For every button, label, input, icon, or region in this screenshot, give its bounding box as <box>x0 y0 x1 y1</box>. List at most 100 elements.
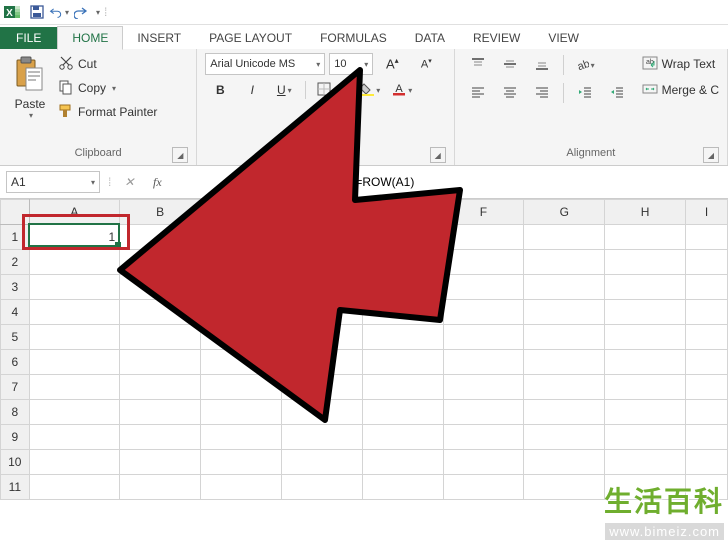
column-header[interactable]: E <box>362 200 443 225</box>
cell[interactable] <box>281 250 362 275</box>
cell[interactable] <box>120 300 201 325</box>
cell[interactable] <box>686 400 728 425</box>
cell[interactable] <box>362 475 443 500</box>
insert-function-button[interactable]: fx <box>147 172 167 192</box>
cell-a1[interactable]: 1 <box>29 225 120 250</box>
cell[interactable] <box>605 350 686 375</box>
orientation-button[interactable]: ab▾ <box>570 53 600 77</box>
cancel-formula-button[interactable]: ✕ <box>119 172 139 192</box>
cell[interactable] <box>281 225 362 250</box>
cell[interactable] <box>29 400 120 425</box>
dialog-launcher-icon[interactable]: ◢ <box>703 147 719 163</box>
cell[interactable] <box>281 300 362 325</box>
column-header[interactable]: I <box>686 200 728 225</box>
cell[interactable] <box>524 400 605 425</box>
cell[interactable] <box>120 250 201 275</box>
dialog-launcher-icon[interactable]: ◢ <box>172 147 188 163</box>
cell[interactable] <box>443 450 524 475</box>
row-header[interactable]: 8 <box>1 400 30 425</box>
cell[interactable] <box>362 375 443 400</box>
cell[interactable] <box>201 250 282 275</box>
wrap-text-button[interactable]: ab Wrap Text <box>642 53 719 75</box>
row-header[interactable]: 10 <box>1 450 30 475</box>
row-header[interactable]: 4 <box>1 300 30 325</box>
format-painter-button[interactable]: Format Painter <box>58 101 157 123</box>
cell[interactable] <box>524 375 605 400</box>
cell[interactable] <box>443 275 524 300</box>
decrease-indent-button[interactable] <box>570 81 600 105</box>
row-header[interactable]: 3 <box>1 275 30 300</box>
column-header[interactable]: H <box>605 200 686 225</box>
cell[interactable] <box>443 400 524 425</box>
row-header[interactable]: 1 <box>1 225 30 250</box>
tab-review[interactable]: REVIEW <box>459 27 534 49</box>
cell[interactable] <box>686 375 728 400</box>
cell[interactable] <box>29 275 120 300</box>
cell[interactable] <box>120 350 201 375</box>
column-header[interactable]: G <box>524 200 605 225</box>
copy-button[interactable]: Copy ▾ <box>58 77 157 99</box>
cell[interactable] <box>686 325 728 350</box>
align-middle-button[interactable] <box>495 53 525 77</box>
cell[interactable] <box>686 225 728 250</box>
column-header[interactable]: D <box>281 200 362 225</box>
cell[interactable] <box>443 325 524 350</box>
cell[interactable] <box>281 375 362 400</box>
redo-button[interactable] <box>71 2 91 22</box>
cell[interactable] <box>605 400 686 425</box>
cell[interactable] <box>362 225 443 250</box>
borders-button[interactable]: ▾ <box>312 78 342 102</box>
cell[interactable] <box>201 475 282 500</box>
cell[interactable] <box>120 425 201 450</box>
worksheet-grid[interactable]: A B C D E F G H I 11 2 3 4 5 6 7 8 9 10 … <box>0 199 728 500</box>
align-left-button[interactable] <box>463 81 493 105</box>
cell[interactable] <box>443 350 524 375</box>
cell[interactable] <box>29 250 120 275</box>
cell[interactable] <box>686 300 728 325</box>
cell[interactable] <box>201 375 282 400</box>
row-header[interactable]: 7 <box>1 375 30 400</box>
font-color-button[interactable]: A▾ <box>387 78 417 102</box>
cell[interactable] <box>29 475 120 500</box>
name-box[interactable]: A1 ▾ <box>6 171 100 193</box>
column-header[interactable]: B <box>120 200 201 225</box>
cell[interactable] <box>362 450 443 475</box>
cell[interactable] <box>29 450 120 475</box>
cell[interactable] <box>524 275 605 300</box>
cell[interactable] <box>605 325 686 350</box>
cell[interactable] <box>362 350 443 375</box>
cell[interactable] <box>605 275 686 300</box>
cell[interactable] <box>281 350 362 375</box>
increase-indent-button[interactable] <box>602 81 632 105</box>
cell[interactable] <box>281 325 362 350</box>
cell[interactable] <box>120 275 201 300</box>
cell[interactable] <box>29 425 120 450</box>
cell[interactable] <box>443 250 524 275</box>
qat-customize-icon[interactable]: ▾ <box>96 8 100 17</box>
cell[interactable] <box>120 475 201 500</box>
row-header[interactable]: 5 <box>1 325 30 350</box>
column-header[interactable]: F <box>443 200 524 225</box>
fill-color-button[interactable]: ▾ <box>355 78 385 102</box>
undo-button[interactable]: ▾ <box>49 2 69 22</box>
cell[interactable] <box>281 475 362 500</box>
cell[interactable] <box>605 425 686 450</box>
cell[interactable] <box>29 300 120 325</box>
align-center-button[interactable] <box>495 81 525 105</box>
cell[interactable] <box>120 325 201 350</box>
row-header[interactable]: 6 <box>1 350 30 375</box>
decrease-font-button[interactable]: A▾ <box>411 52 441 76</box>
cell[interactable] <box>443 375 524 400</box>
column-header[interactable]: A <box>29 200 120 225</box>
tab-view[interactable]: VIEW <box>534 27 593 49</box>
cell[interactable] <box>524 300 605 325</box>
cell[interactable] <box>201 350 282 375</box>
cell[interactable] <box>201 450 282 475</box>
cell[interactable] <box>362 400 443 425</box>
cell[interactable] <box>605 450 686 475</box>
formula-bar-input[interactable] <box>175 171 722 193</box>
cell[interactable] <box>362 300 443 325</box>
cell[interactable] <box>605 300 686 325</box>
row-header[interactable]: 11 <box>1 475 30 500</box>
cell[interactable] <box>524 350 605 375</box>
